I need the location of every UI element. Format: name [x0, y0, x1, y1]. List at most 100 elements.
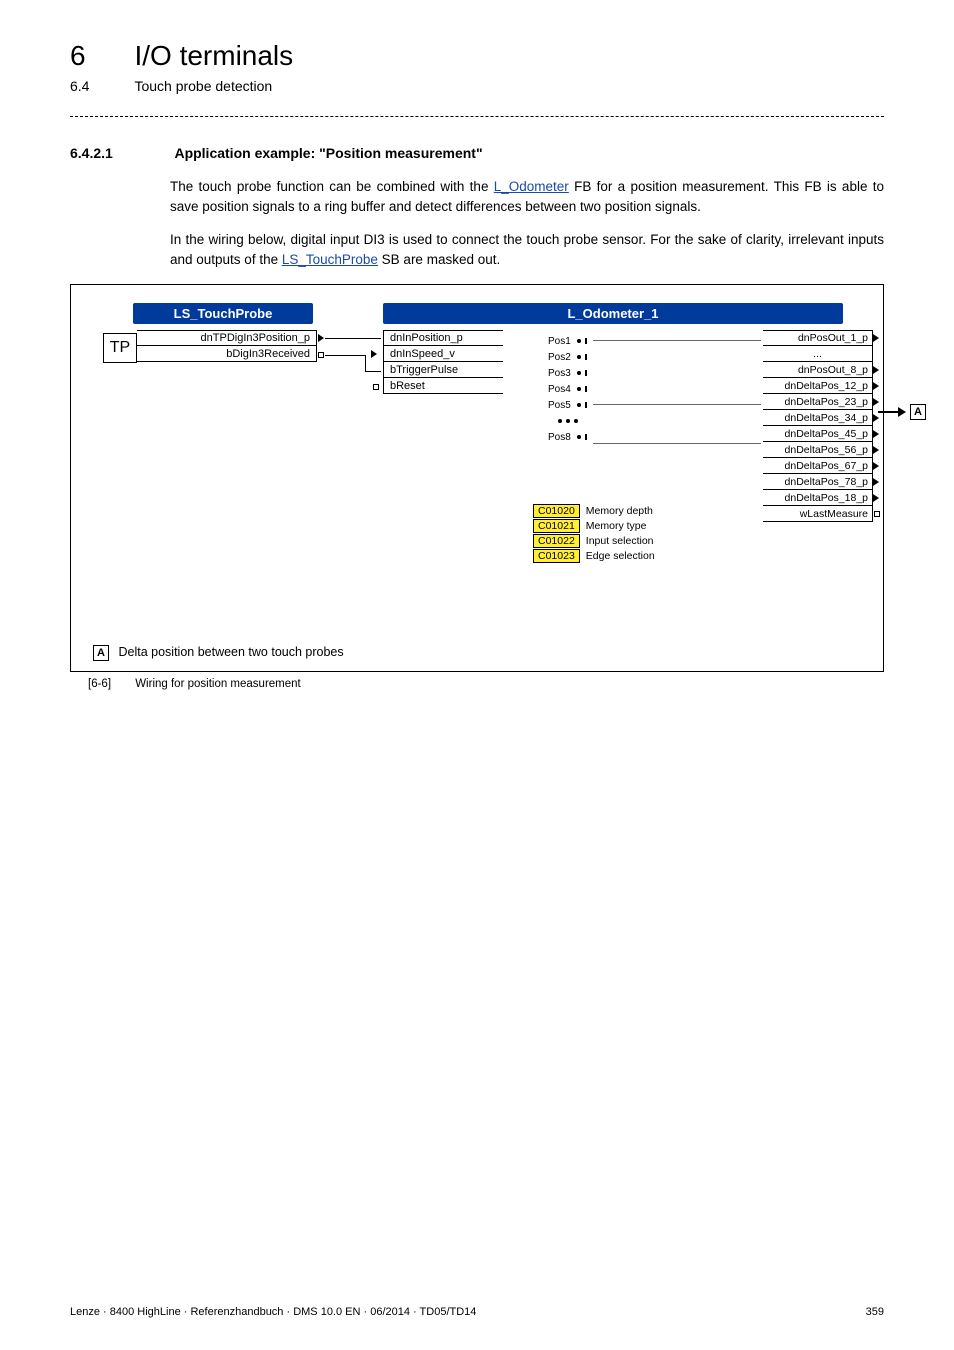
divider	[70, 116, 884, 117]
marker-dot-icon	[566, 419, 570, 423]
port-icon	[873, 446, 879, 454]
marker-dot-icon	[577, 339, 581, 343]
port-icon	[318, 352, 324, 358]
text: The touch probe function can be combined…	[170, 179, 494, 194]
port-icon	[318, 334, 324, 342]
port-icon	[873, 430, 879, 438]
ls-block-title: LS_TouchProbe	[133, 303, 313, 324]
chapter-heading: 6 I/O terminals	[70, 40, 884, 72]
diagram-legend: A Delta position between two touch probe…	[93, 645, 861, 661]
od-out-ellipsis: ...	[763, 346, 873, 362]
legend-text: Delta position between two touch probes	[118, 645, 343, 659]
figure-caption: [6-6] Wiring for position measurement	[88, 678, 884, 690]
pos-label: Pos8	[548, 432, 571, 443]
a-marker: A	[93, 645, 109, 661]
a-marker: A	[910, 404, 926, 420]
param-code: C01021	[533, 519, 580, 533]
wire	[593, 404, 761, 405]
marker-bar-icon	[585, 338, 587, 344]
od-param: C01020 Memory depth	[533, 503, 655, 518]
od-in-4: bReset	[383, 378, 503, 394]
wire	[593, 340, 761, 341]
od-params: C01020 Memory depth C01021 Memory type C01…	[533, 503, 655, 563]
subsection-number: 6.4	[70, 78, 130, 94]
marker-dot-icon	[577, 387, 581, 391]
od-param: C01023 Edge selection	[533, 548, 655, 563]
pos-label: Pos2	[548, 352, 571, 363]
paragraph-1: The touch probe function can be combined…	[170, 177, 884, 218]
port-icon	[873, 478, 879, 486]
wire	[593, 443, 761, 444]
pos-label: Pos3	[548, 368, 571, 379]
text: SB are masked out.	[378, 252, 500, 267]
link-ls-touchprobe[interactable]: LS_TouchProbe	[282, 252, 378, 267]
od-out: dnPosOut_8_p	[763, 362, 873, 378]
od-out: dnDeltaPos_34_p	[763, 410, 873, 426]
wire	[325, 355, 365, 356]
marker-bar-icon	[585, 354, 587, 360]
od-out: dnDeltaPos_23_p	[763, 394, 873, 410]
port-icon	[873, 334, 879, 342]
marker-bar-icon	[585, 434, 587, 440]
param-code: C01022	[533, 534, 580, 548]
marker-bar-icon	[585, 386, 587, 392]
link-l-odometer[interactable]: L_Odometer	[494, 179, 569, 194]
param-code: C01020	[533, 504, 580, 518]
subsection-title: Touch probe detection	[134, 78, 272, 94]
footer-text: Lenze · 8400 HighLine · Referenzhandbuch…	[70, 1306, 476, 1318]
od-out: dnPosOut_1_p	[763, 330, 873, 346]
arrowhead-icon	[898, 407, 906, 417]
param-label: Memory type	[586, 520, 647, 532]
page-number: 359	[866, 1306, 884, 1318]
od-param: C01021 Memory type	[533, 518, 655, 533]
port-icon	[873, 382, 879, 390]
od-out: dnDeltaPos_56_p	[763, 442, 873, 458]
wire	[325, 338, 381, 339]
param-label: Edge selection	[586, 550, 655, 562]
marker-dot-icon	[577, 371, 581, 375]
pos-label: Pos1	[548, 336, 571, 347]
od-outputs: dnPosOut_1_p ... dnPosOut_8_p dnDeltaPos…	[763, 330, 873, 522]
od-out: dnDeltaPos_78_p	[763, 474, 873, 490]
marker-dot-icon	[574, 419, 578, 423]
param-label: Memory depth	[586, 505, 653, 517]
paragraph-2: In the wiring below, digital input DI3 i…	[170, 230, 884, 271]
marker-dot-icon	[577, 403, 581, 407]
tp-label: TP	[103, 333, 137, 363]
marker-bar-icon	[585, 370, 587, 376]
port-icon	[373, 384, 379, 390]
marker-dot-icon	[577, 435, 581, 439]
od-out: dnDeltaPos_67_p	[763, 458, 873, 474]
ls-touchprobe-block: LS_TouchProbe TP dnTPDigIn3Position_p bD…	[103, 303, 323, 324]
section-title: Application example: "Position measureme…	[174, 145, 482, 161]
ls-out-1: dnTPDigIn3Position_p	[137, 330, 317, 346]
pos-label: Pos5	[548, 400, 571, 411]
port-icon	[873, 366, 879, 374]
ls-out-2: bDigIn3Received	[137, 346, 317, 362]
param-label: Input selection	[586, 535, 654, 547]
port-icon	[874, 511, 880, 517]
a-arrow: A	[878, 404, 926, 420]
od-out: dnDeltaPos_12_p	[763, 378, 873, 394]
od-in-1: dnInPosition_p	[383, 330, 503, 346]
marker-dot-icon	[577, 355, 581, 359]
figure-caption-text: Wiring for position measurement	[135, 678, 301, 690]
section-number: 6.4.2.1	[70, 145, 170, 161]
diagram-frame: LS_TouchProbe TP dnTPDigIn3Position_p bD…	[70, 284, 884, 672]
marker-bar-icon	[585, 402, 587, 408]
port-icon	[873, 462, 879, 470]
od-out: wLastMeasure	[763, 506, 873, 522]
od-position-stack: Pos1 Pos2 Pos3 Pos4 Pos5 Pos8	[548, 333, 587, 445]
od-inputs: dnInPosition_p dnInSpeed_v bTriggerPulse…	[383, 330, 503, 394]
figure-number: [6-6]	[88, 678, 132, 690]
od-block-title: L_Odometer_1	[383, 303, 843, 324]
wire	[365, 371, 381, 372]
od-out: dnDeltaPos_45_p	[763, 426, 873, 442]
pos-label: Pos4	[548, 384, 571, 395]
od-in-3: bTriggerPulse	[383, 362, 503, 378]
param-code: C01023	[533, 549, 580, 563]
wire	[365, 355, 366, 371]
l-odometer-block: L_Odometer_1 dnInPosition_p dnInSpeed_v …	[383, 303, 873, 324]
subsection-heading: 6.4 Touch probe detection	[70, 78, 884, 96]
port-icon	[873, 494, 879, 502]
